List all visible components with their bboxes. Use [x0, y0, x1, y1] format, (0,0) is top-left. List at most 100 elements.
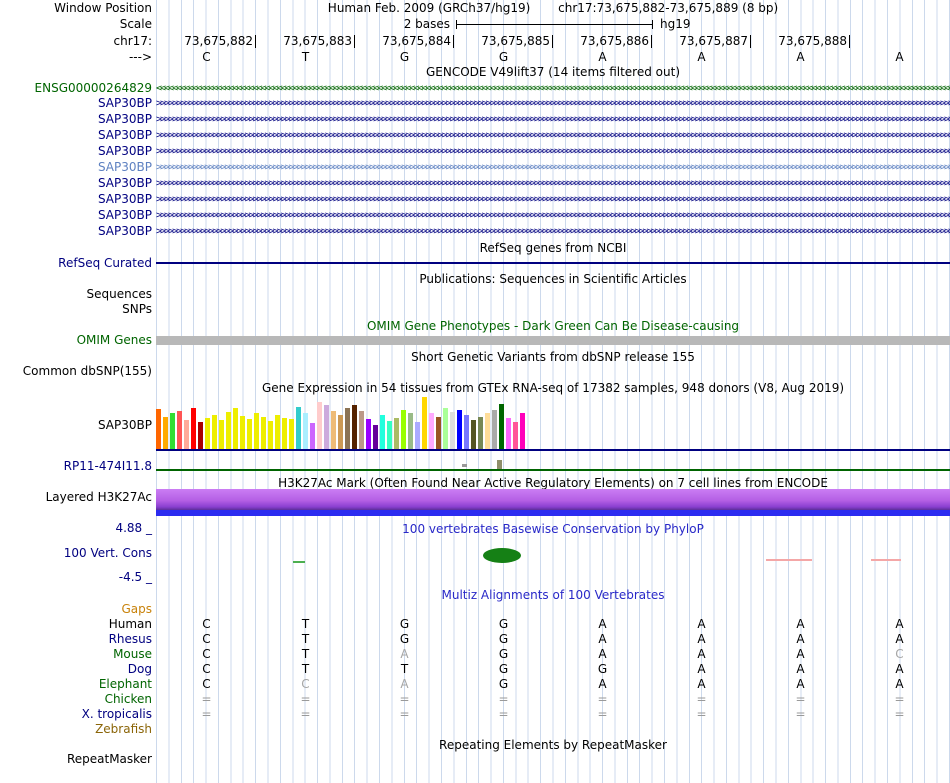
alignment-base: A — [697, 632, 706, 646]
refseq-curated-line[interactable] — [156, 262, 950, 264]
gene-label-sap30bp[interactable]: SAP30BP — [0, 96, 152, 111]
gtex-bar[interactable] — [492, 410, 497, 449]
repeatmasker-label[interactable]: RepeatMasker — [0, 752, 152, 767]
gene-line-sap30bp[interactable]: >>>>>>>>>>>>>>>>>>>>>>>>>>>>>>>>>>>>>>>>… — [156, 114, 950, 126]
gtex-bar[interactable] — [373, 425, 378, 449]
gtex-bar[interactable] — [345, 408, 350, 449]
gtex-bar[interactable] — [233, 408, 238, 449]
alignment-base: G — [399, 632, 410, 646]
gene-label-ensg[interactable]: ENSG00000264829 — [0, 81, 152, 96]
gtex-bar[interactable] — [352, 405, 357, 449]
gtex-bar[interactable] — [478, 417, 483, 449]
gtex-bar[interactable] — [268, 421, 273, 449]
gtex-bar[interactable] — [212, 415, 217, 449]
gtex-bar[interactable] — [191, 408, 196, 449]
gene-label-sap30bp[interactable]: SAP30BP — [0, 128, 152, 143]
dbsnp-label[interactable]: Common dbSNP(155) — [0, 364, 152, 379]
h3k27ac-signal-blue[interactable] — [156, 510, 950, 516]
gaps-label[interactable]: Gaps — [0, 602, 152, 617]
gtex-bar[interactable] — [240, 416, 245, 449]
omim-genes-bar[interactable] — [156, 336, 950, 345]
gtex-bar[interactable] — [205, 418, 210, 449]
gtex-bar[interactable] — [464, 415, 469, 449]
gtex-bar[interactable] — [275, 415, 280, 449]
gene-label-sap30bp[interactable]: SAP30BP — [0, 112, 152, 127]
gtex-bar[interactable] — [254, 413, 259, 449]
rp11-line[interactable] — [156, 469, 950, 471]
gtex-bar[interactable] — [422, 397, 427, 449]
gtex-bar[interactable] — [317, 402, 322, 449]
sequences-label[interactable]: Sequences — [0, 287, 152, 302]
gene-line-sap30bp[interactable]: >>>>>>>>>>>>>>>>>>>>>>>>>>>>>>>>>>>>>>>>… — [156, 226, 950, 238]
snps-label[interactable]: SNPs — [0, 302, 152, 317]
gtex-bar[interactable] — [387, 421, 392, 449]
gtex-bar[interactable] — [450, 412, 455, 449]
gtex-bar[interactable] — [296, 407, 301, 449]
gtex-bar[interactable] — [170, 413, 175, 449]
refseq-curated-label[interactable]: RefSeq Curated — [0, 256, 152, 271]
gtex-bar[interactable] — [219, 420, 224, 449]
gtex-bar[interactable] — [401, 410, 406, 449]
multiz-title: Multiz Alignments of 100 Vertebrates — [441, 588, 665, 602]
gtex-bar[interactable] — [282, 418, 287, 449]
conservation-track-label[interactable]: 100 Vert. Cons — [0, 546, 152, 561]
gtex-bar[interactable] — [429, 413, 434, 449]
gtex-bar[interactable] — [184, 420, 189, 449]
gtex-bar[interactable] — [156, 409, 161, 449]
refseq-title: RefSeq genes from NCBI — [479, 241, 627, 255]
gtex-bar[interactable] — [331, 411, 336, 449]
gene-line-sap30bp[interactable]: >>>>>>>>>>>>>>>>>>>>>>>>>>>>>>>>>>>>>>>>… — [156, 194, 950, 206]
gene-label-sap30bp[interactable]: SAP30BP — [0, 192, 152, 207]
h3k27ac-label[interactable]: Layered H3K27Ac — [0, 490, 152, 505]
gene-label-sap30bp[interactable]: SAP30BP — [0, 224, 152, 239]
gtex-bar[interactable] — [261, 417, 266, 449]
gtex-bar[interactable] — [303, 413, 308, 449]
gene-line-sap30bp[interactable]: >>>>>>>>>>>>>>>>>>>>>>>>>>>>>>>>>>>>>>>>… — [156, 162, 950, 174]
gtex-bar[interactable] — [471, 420, 476, 449]
gtex-bar[interactable] — [499, 404, 504, 449]
rp11-label[interactable]: RP11-474I11.8 — [0, 459, 152, 474]
gtex-bar[interactable] — [163, 417, 168, 449]
gtex-bar[interactable] — [177, 411, 182, 449]
alignment-base: C — [895, 647, 904, 661]
gtex-bar[interactable] — [415, 422, 420, 449]
scale-value: 2 bases — [403, 17, 450, 31]
gene-line-sap30bp[interactable]: >>>>>>>>>>>>>>>>>>>>>>>>>>>>>>>>>>>>>>>>… — [156, 210, 950, 222]
alignment-base: C — [202, 662, 211, 676]
gene-line-sap30bp[interactable]: >>>>>>>>>>>>>>>>>>>>>>>>>>>>>>>>>>>>>>>>… — [156, 146, 950, 158]
gtex-bar[interactable] — [506, 418, 511, 449]
gtex-bar[interactable] — [324, 405, 329, 449]
gtex-bar[interactable] — [359, 411, 364, 449]
gtex-bar[interactable] — [457, 410, 462, 449]
gtex-bar[interactable] — [226, 412, 231, 449]
gtex-gene-label[interactable]: SAP30BP — [0, 418, 152, 433]
dbsnp-title: Short Genetic Variants from dbSNP releas… — [411, 350, 695, 364]
h3k27ac-signal[interactable] — [156, 489, 950, 510]
gtex-bar[interactable] — [513, 422, 518, 449]
gtex-bar[interactable] — [289, 419, 294, 449]
sequence-base: A — [598, 50, 607, 64]
gene-label-sap30bp[interactable]: SAP30BP — [0, 208, 152, 223]
gene-label-sap30bp[interactable]: SAP30BP — [0, 144, 152, 159]
gtex-bar[interactable] — [443, 408, 448, 449]
gene-line-sap30bp[interactable]: >>>>>>>>>>>>>>>>>>>>>>>>>>>>>>>>>>>>>>>>… — [156, 98, 950, 110]
gtex-bar[interactable] — [198, 422, 203, 449]
gtex-baseline[interactable] — [156, 449, 950, 451]
gtex-bar[interactable] — [366, 419, 371, 449]
gene-line-sap30bp[interactable]: >>>>>>>>>>>>>>>>>>>>>>>>>>>>>>>>>>>>>>>>… — [156, 130, 950, 142]
gene-label-sap30bp[interactable]: SAP30BP — [0, 160, 152, 175]
omim-genes-label[interactable]: OMIM Genes — [0, 333, 152, 348]
gene-label-sap30bp[interactable]: SAP30BP — [0, 176, 152, 191]
gtex-bar[interactable] — [436, 417, 441, 449]
gtex-bar[interactable] — [408, 413, 413, 449]
gtex-bar[interactable] — [520, 413, 525, 449]
gtex-bar[interactable] — [338, 415, 343, 449]
gene-line-ensg[interactable]: <<<<<<<<<<<<<<<<<<<<<<<<<<<<<<<<<<<<<<<<… — [156, 83, 950, 95]
gtex-bar[interactable] — [380, 415, 385, 449]
gtex-bar[interactable] — [310, 423, 315, 449]
gtex-bar[interactable] — [394, 418, 399, 449]
alignment-base: = — [795, 692, 806, 706]
gene-line-sap30bp[interactable]: >>>>>>>>>>>>>>>>>>>>>>>>>>>>>>>>>>>>>>>>… — [156, 178, 950, 190]
gtex-bar[interactable] — [485, 413, 490, 449]
gtex-bar[interactable] — [247, 419, 252, 449]
